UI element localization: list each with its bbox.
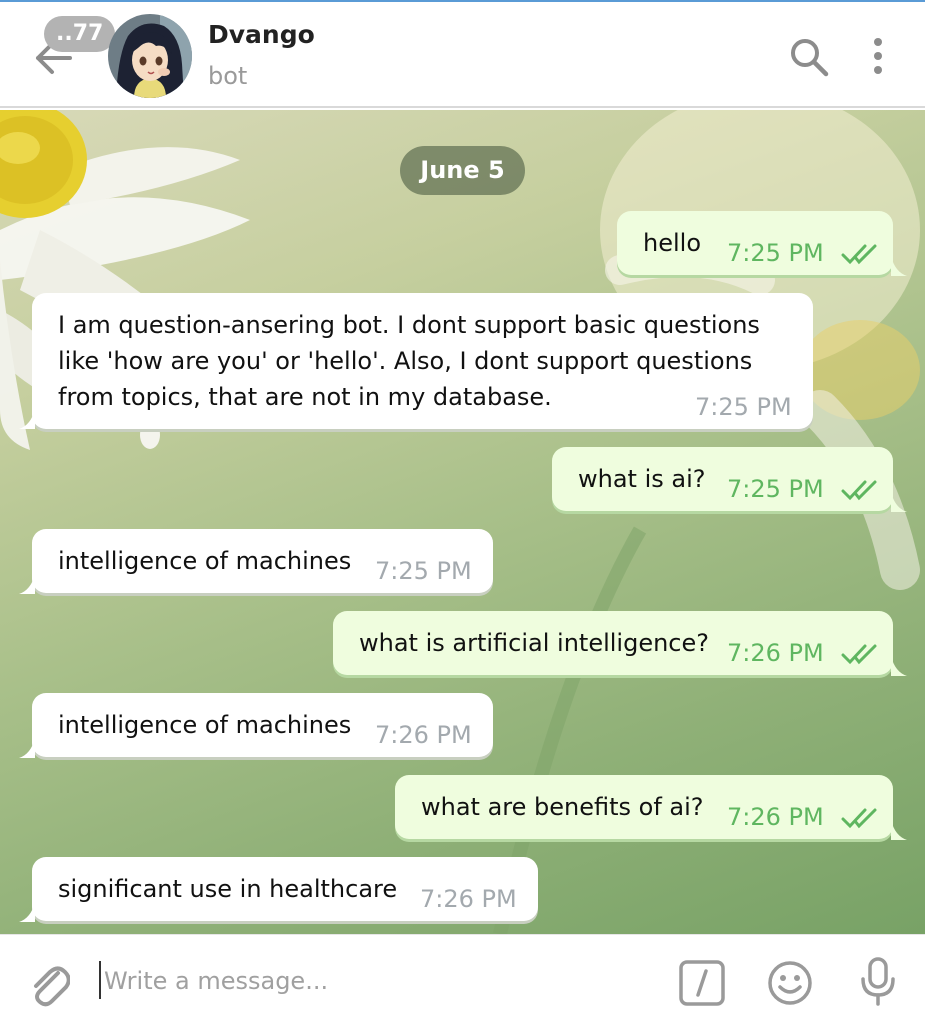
- incoming-message[interactable]: I am question-ansering bot. I dont suppo…: [32, 293, 813, 429]
- message-text: significant use in healthcare: [58, 875, 398, 903]
- incoming-message[interactable]: intelligence of machines 7:25 PM: [32, 529, 493, 593]
- chat-header: ..77 Dvango bot: [0, 2, 925, 108]
- message-text-line: I am question-ansering bot. I dont suppo…: [58, 311, 760, 339]
- search-icon: [791, 39, 829, 77]
- paperclip-icon: [34, 966, 71, 1007]
- emoji-icon: [768, 961, 812, 1005]
- text-caret: [99, 961, 101, 999]
- composer-bar: [0, 934, 925, 1027]
- more-menu-button[interactable]: [864, 36, 892, 78]
- microphone-icon: [861, 957, 895, 1006]
- date-separator: June 5: [400, 146, 525, 195]
- double-check-icon: [841, 244, 877, 265]
- bubble-tail: [891, 656, 907, 676]
- voice-record-button[interactable]: [858, 957, 898, 1007]
- incoming-message[interactable]: significant use in healthcare 7:26 PM: [32, 857, 538, 921]
- bubble-tail: [891, 820, 907, 840]
- bubble-tail: [19, 409, 35, 429]
- outgoing-message[interactable]: what is ai? 7:25 PM: [552, 447, 893, 511]
- avatar[interactable]: [108, 14, 192, 98]
- message-time: 7:25 PM: [375, 557, 472, 585]
- slash-command-icon: [679, 960, 725, 1006]
- search-button[interactable]: [788, 36, 830, 78]
- message-text-line: from topics, that are not in my database…: [58, 383, 552, 411]
- attach-button[interactable]: [28, 961, 71, 1007]
- message-text: what is ai?: [578, 465, 706, 493]
- outgoing-message[interactable]: hello 7:25 PM: [617, 211, 893, 275]
- message-time: 7:26 PM: [727, 639, 824, 667]
- message-text-line: like 'how are you' or 'hello'. Also, I d…: [58, 347, 753, 375]
- message-time: 7:25 PM: [727, 239, 824, 267]
- message-time: 7:26 PM: [727, 803, 824, 831]
- bot-commands-button[interactable]: [678, 959, 726, 1007]
- avatar-image: [108, 14, 192, 98]
- chat-title[interactable]: Dvango: [208, 20, 315, 49]
- bubble-tail: [19, 738, 35, 758]
- incoming-message[interactable]: intelligence of machines 7:26 PM: [32, 693, 493, 757]
- message-text: what is artificial intelligence?: [359, 629, 709, 657]
- bubble-tail: [891, 256, 907, 276]
- message-time: 7:26 PM: [420, 885, 517, 913]
- double-check-icon: [841, 480, 877, 501]
- message-text: intelligence of machines: [58, 711, 352, 739]
- bubble-tail: [19, 574, 35, 594]
- more-vertical-icon: [874, 38, 882, 74]
- outgoing-message[interactable]: what are benefits of ai? 7:26 PM: [395, 775, 893, 839]
- bubble-tail: [19, 902, 35, 922]
- unread-count-badge: ..77: [44, 16, 116, 52]
- message-text: intelligence of machines: [58, 547, 352, 575]
- emoji-button[interactable]: [766, 959, 814, 1007]
- message-input[interactable]: [104, 959, 664, 1003]
- chat-status: bot: [208, 62, 248, 90]
- double-check-icon: [841, 644, 877, 665]
- message-time: 7:25 PM: [695, 393, 792, 421]
- message-time: 7:25 PM: [727, 475, 824, 503]
- message-list[interactable]: June 5 hello 7:25 PM I am question-anser…: [0, 110, 925, 934]
- message-time: 7:26 PM: [375, 721, 472, 749]
- message-text: what are benefits of ai?: [421, 793, 704, 821]
- double-check-icon: [841, 808, 877, 829]
- outgoing-message[interactable]: what is artificial intelligence? 7:26 PM: [333, 611, 893, 675]
- bubble-tail: [891, 492, 907, 512]
- message-text: hello: [643, 229, 701, 257]
